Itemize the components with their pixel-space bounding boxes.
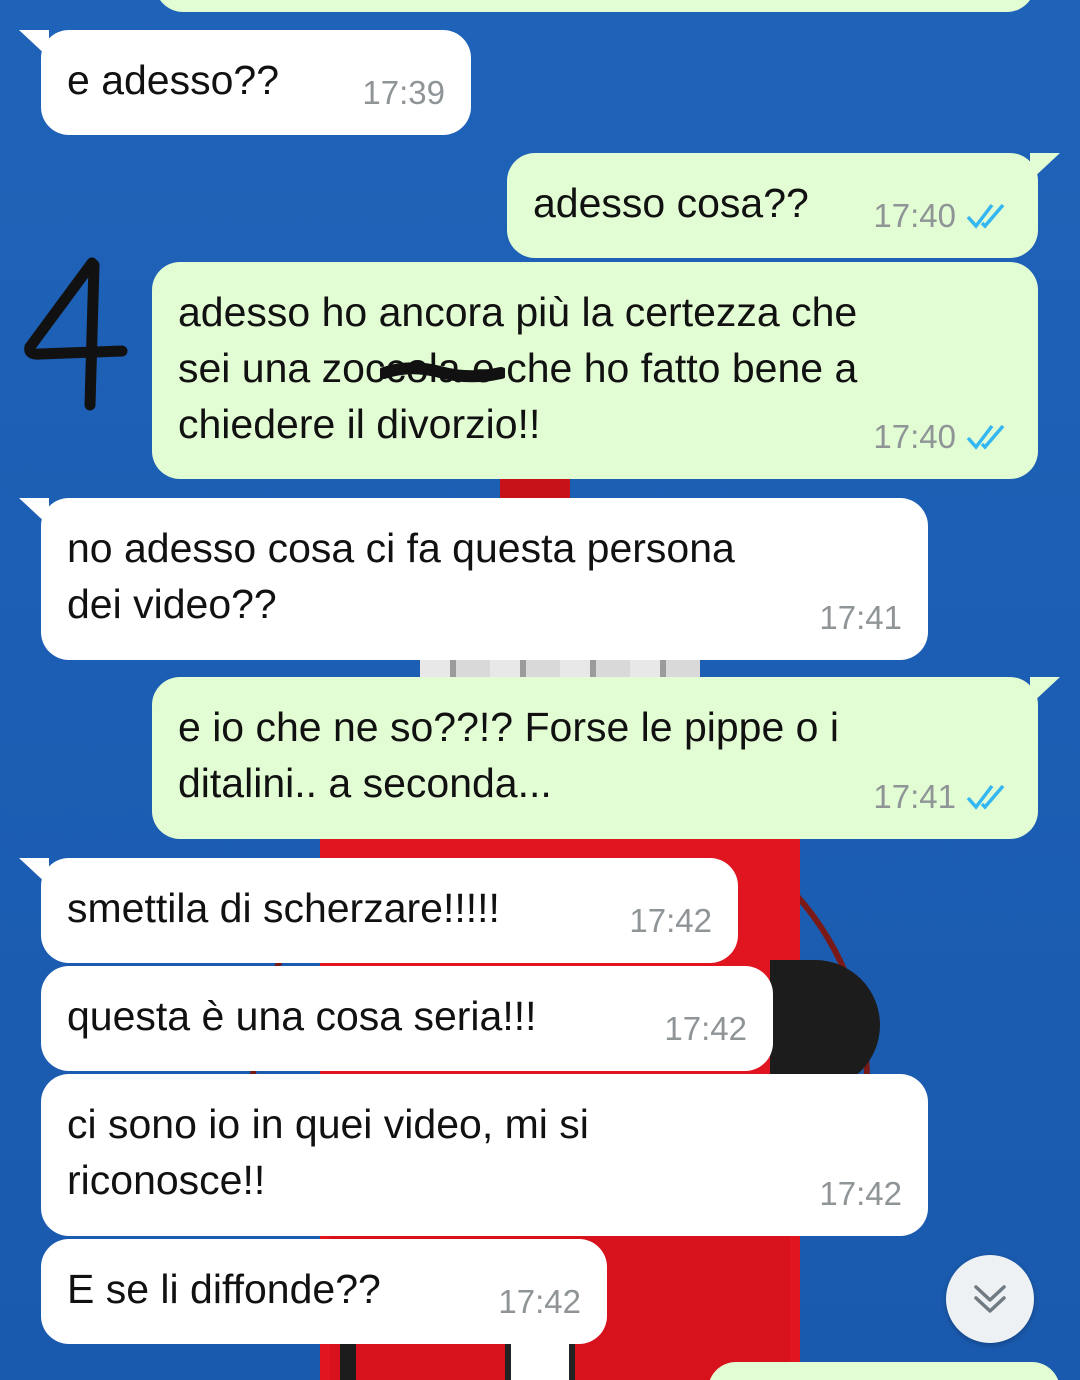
message-time: 17:42 xyxy=(664,1010,747,1047)
message-bubble[interactable]: E se li diffonde?? 17:42 xyxy=(41,1239,607,1344)
message-meta: 17:41 xyxy=(873,769,1012,825)
message-bubble[interactable]: questa è una cosa seria!!! 17:42 xyxy=(41,966,773,1071)
message-time: 17:41 xyxy=(873,778,956,815)
partial-message-bottom xyxy=(708,1362,1060,1380)
message-meta: 17:39 xyxy=(362,65,445,121)
message-meta: 17:42 xyxy=(629,893,712,949)
message-time: 17:42 xyxy=(629,902,712,939)
message-meta: 17:41 xyxy=(819,590,902,646)
message-time: 17:42 xyxy=(498,1283,581,1320)
message-text: ci sono io in quei video, mi si riconosc… xyxy=(67,1101,589,1203)
handwritten-number-annotation xyxy=(24,257,128,411)
message-bubble[interactable]: e io che ne so??!? Forse le pippe o i di… xyxy=(152,677,1060,839)
double-check-icon xyxy=(966,424,1005,450)
message-text: no adesso cosa ci fa questa persona dei … xyxy=(67,525,735,627)
double-check-icon xyxy=(966,784,1005,810)
wallpaper-lighthouse-stripe xyxy=(340,1340,356,1380)
message-meta: 17:42 xyxy=(664,1001,747,1057)
message-time: 17:40 xyxy=(873,418,956,455)
message-text: smettila di scherzare!!!!! xyxy=(67,885,500,931)
message-bubble[interactable]: no adesso cosa ci fa questa persona dei … xyxy=(19,498,928,660)
chevron-double-down-icon xyxy=(974,1285,1006,1313)
scroll-to-bottom-button[interactable] xyxy=(946,1255,1034,1343)
message-time: 17:39 xyxy=(362,74,445,111)
message-meta: 17:40 xyxy=(873,409,1012,465)
message-bubble[interactable]: ci sono io in quei video, mi si riconosc… xyxy=(41,1074,928,1236)
message-bubble[interactable]: adesso cosa?? 17:40 xyxy=(507,153,1060,258)
message-meta: 17:40 xyxy=(873,188,1012,244)
redaction-scribble xyxy=(380,362,505,383)
message-time: 17:42 xyxy=(819,1175,902,1212)
message-meta: 17:42 xyxy=(819,1166,902,1222)
partial-message-top xyxy=(155,0,1035,12)
message-text: questa è una cosa seria!!! xyxy=(67,993,537,1039)
message-time: 17:41 xyxy=(819,599,902,636)
message-bubble[interactable]: adesso ho ancora più la certezza che sei… xyxy=(152,262,1038,479)
message-time: 17:40 xyxy=(873,197,956,234)
message-bubble[interactable]: e adesso?? 17:39 xyxy=(19,30,471,135)
message-meta: 17:42 xyxy=(498,1274,581,1330)
message-bubble[interactable]: smettila di scherzare!!!!! 17:42 xyxy=(19,858,738,963)
double-check-icon xyxy=(966,203,1005,229)
